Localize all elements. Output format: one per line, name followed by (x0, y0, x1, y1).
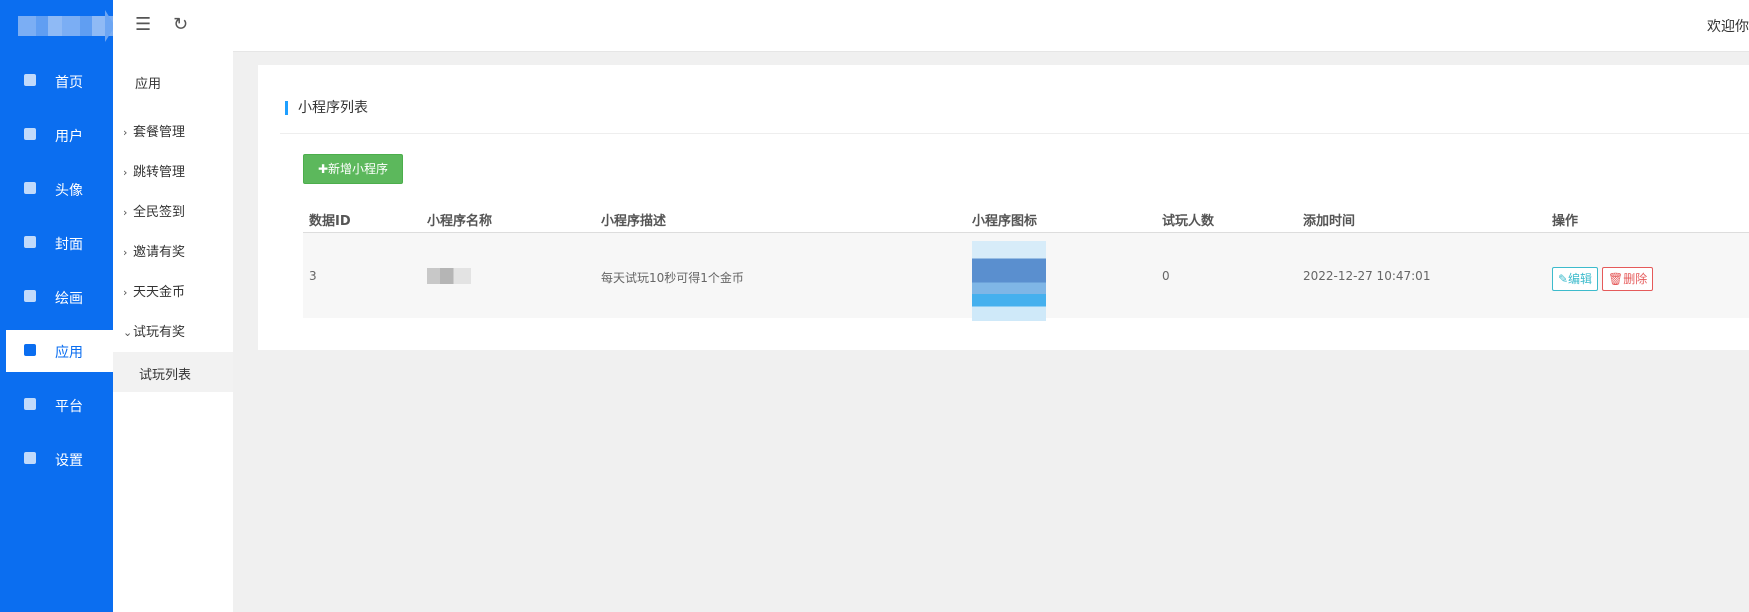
nav-item-label: 应用 (55, 345, 83, 361)
nav-item-label: 首页 (55, 75, 83, 91)
sub-item-label: 跳转管理 (133, 165, 186, 180)
sub-item-trial-list[interactable]: 试玩列表 (113, 352, 233, 392)
nav-item-apps[interactable]: 应用 (6, 330, 113, 372)
main-card: 小程序列表 ✚新增小程序 数据ID 小程序名称 小程序描述 小程序图标 试玩人数… (258, 65, 1749, 350)
column-header: 小程序描述 (601, 214, 667, 229)
column-header: 操作 (1552, 214, 1579, 229)
nav-item-label: 头像 (55, 183, 83, 199)
platform-icon (24, 398, 36, 410)
chevron-right-icon: › (123, 246, 128, 259)
edit-button[interactable]: ✎编辑 (1552, 267, 1599, 291)
nav-item-label: 绘画 (55, 291, 83, 307)
chevron-right-icon: › (123, 206, 128, 219)
sub-item-label: 天天金币 (133, 285, 186, 300)
cell-added-time: 2022-12-27 10:47:01 (1303, 269, 1431, 283)
sub-item-label: 试玩有奖 (133, 325, 186, 340)
menu-fold-icon[interactable]: ☰ (135, 14, 151, 35)
chevron-right-icon: › (123, 126, 128, 139)
nav-item-drawing[interactable]: 绘画 (6, 276, 113, 318)
refresh-icon[interactable]: ↻ (173, 14, 188, 35)
miniprogram-name-blurred (427, 268, 471, 284)
image-icon (24, 236, 36, 248)
nav-item-label: 设置 (55, 453, 83, 469)
sub-item-checkin[interactable]: › 全民签到 (123, 201, 185, 220)
chevron-right-icon: › (123, 166, 128, 179)
sub-item-invite[interactable]: › 邀请有奖 (123, 241, 185, 260)
nav-item-label: 用户 (55, 129, 83, 145)
table-row: 3 每天试玩10秒可得1个金币 0 2022-12-27 10:47:01 ✎编… (303, 233, 1749, 321)
divider (280, 133, 1749, 134)
sub-item-label: 试玩列表 (139, 368, 192, 383)
miniprogram-icon-image (972, 241, 1046, 321)
nav-item-settings[interactable]: 设置 (6, 438, 113, 480)
page-title: 小程序列表 (285, 101, 368, 115)
user-card-icon (24, 182, 36, 194)
sub-sidebar: 应用 › 套餐管理 › 跳转管理 › 全民签到 › 邀请有奖 › 天天金币 ⌄试玩有奖 试… (113, 51, 233, 612)
main-sidebar: 首页 用户 头像 封面 绘画 应用 平台 设置 (0, 0, 115, 612)
cell-players: 0 (1162, 269, 1170, 283)
app-icon (24, 344, 36, 356)
logo (18, 10, 115, 42)
table-header: 数据ID 小程序名称 小程序描述 小程序图标 试玩人数 添加时间 操作 (303, 202, 1749, 233)
sub-item-label: 全民签到 (133, 205, 186, 220)
column-header: 试玩人数 (1162, 214, 1215, 229)
picture-icon (24, 290, 36, 302)
sub-item-package[interactable]: › 套餐管理 (123, 121, 185, 140)
column-header: 小程序名称 (427, 214, 493, 229)
sub-item-redirect[interactable]: › 跳转管理 (123, 161, 185, 180)
nav-item-home[interactable]: 首页 (6, 60, 113, 102)
column-header: 添加时间 (1303, 214, 1356, 229)
add-miniprogram-button[interactable]: ✚新增小程序 (303, 154, 403, 184)
settings-icon (24, 452, 36, 464)
sub-item-label: 邀请有奖 (133, 245, 186, 260)
diamond-icon (24, 128, 36, 140)
home-icon (24, 74, 36, 86)
chevron-right-icon: › (123, 286, 128, 299)
nav-item-avatar[interactable]: 头像 (6, 168, 113, 210)
sub-item-label: 套餐管理 (133, 125, 186, 140)
column-header: 数据ID (309, 214, 351, 229)
cell-description: 每天试玩10秒可得1个金币 (601, 271, 744, 285)
top-bar: ☰ ↻ 欢迎你 (113, 0, 1749, 52)
nav-item-users[interactable]: 用户 (6, 114, 113, 156)
nav-item-label: 平台 (55, 399, 83, 415)
delete-button[interactable]: 🗑删除 (1602, 267, 1654, 291)
welcome-text: 欢迎你 (1707, 19, 1749, 35)
chevron-down-icon: ⌄ (123, 326, 133, 339)
sub-sidebar-title: 应用 (135, 77, 162, 92)
sub-item-daily-coins[interactable]: › 天天金币 (123, 281, 185, 300)
nav-item-platform[interactable]: 平台 (6, 384, 113, 426)
nav-item-cover[interactable]: 封面 (6, 222, 113, 264)
nav-item-label: 封面 (55, 237, 83, 253)
sub-item-trial-reward[interactable]: ⌄试玩有奖 (123, 321, 185, 340)
column-header: 小程序图标 (972, 214, 1038, 229)
cell-id: 3 (309, 269, 317, 283)
